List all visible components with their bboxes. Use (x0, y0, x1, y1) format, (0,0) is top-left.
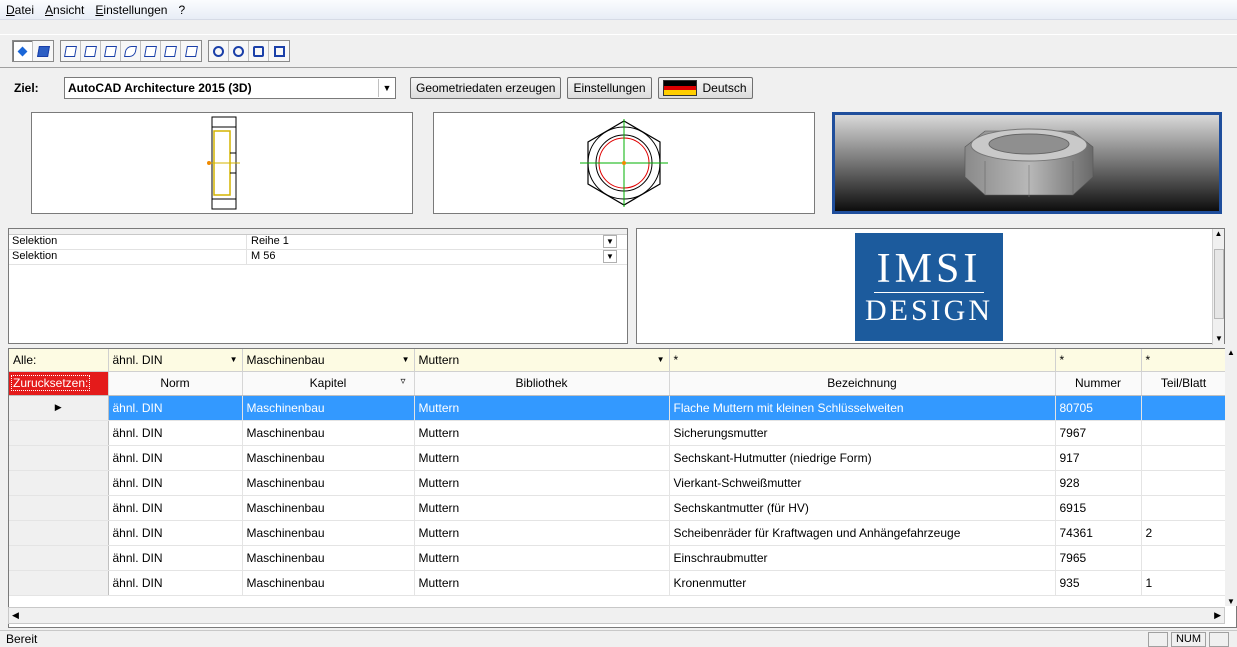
table-row[interactable]: ähnl. DIN Maschinenbau Muttern Vierkant-Sc… (9, 470, 1227, 496)
table-row[interactable]: ähnl. DIN Maschinenbau Muttern Einschraubm… (9, 545, 1227, 571)
filter-nummer[interactable]: * (1055, 349, 1142, 372)
zoom-group (208, 40, 290, 62)
column-header-norm[interactable]: Norm (108, 371, 243, 396)
view-group (60, 40, 202, 62)
parts-grid: Alle: ähnl. DIN ▼ Maschinenbau ▼ Muttern ▼ … (8, 348, 1237, 628)
grid-vertical-scrollbar[interactable]: ▲ ▼ (1225, 348, 1237, 606)
middle-panel: Selektion Reihe 1 ▼ Selektion M 56 ▼ IMSI … (0, 226, 1237, 346)
scroll-up-icon[interactable]: ▲ (1213, 229, 1224, 238)
view-left-icon[interactable] (101, 41, 121, 61)
property-grid: Selektion Reihe 1 ▼ Selektion M 56 ▼ (8, 228, 628, 344)
filter-bezeichnung[interactable]: * (669, 349, 1056, 372)
column-header-nummer[interactable]: Nummer (1055, 371, 1142, 396)
logo-panel: IMSI DESIGN ▲ ▼ (636, 228, 1225, 345)
filter-row: Alle: ähnl. DIN ▼ Maschinenbau ▼ Muttern ▼ … (9, 349, 1227, 372)
scroll-left-icon[interactable]: ◀ (12, 610, 19, 621)
side-view[interactable] (31, 112, 413, 214)
filter-norm[interactable]: ähnl. DIN ▼ (108, 349, 243, 372)
column-header-bibliothek[interactable]: Bibliothek (414, 371, 670, 396)
view-bottom-icon[interactable] (181, 41, 201, 61)
scroll-down-icon[interactable]: ▼ (1225, 597, 1237, 606)
table-row[interactable]: ähnl. DIN Maschinenbau Muttern Sechskant-H… (9, 445, 1227, 471)
column-header-kapitel[interactable]: Kapitel ▿ (242, 371, 415, 396)
side-view-drawing (207, 116, 240, 210)
grid-horizontal-scrollbar[interactable]: ◀ ▶ (8, 607, 1225, 624)
status-pane (1209, 632, 1229, 647)
menu-help[interactable]: ? (178, 3, 185, 17)
num-lock-indicator: NUM (1170, 632, 1206, 647)
column-header-bezeichnung[interactable]: Bezeichnung (669, 371, 1056, 396)
top-view[interactable] (433, 112, 815, 214)
status-text: Bereit (6, 632, 38, 646)
target-value: AutoCAD Architecture 2015 (3D) (68, 81, 252, 95)
menu-ansicht[interactable]: Ansicht (45, 3, 84, 17)
table-row[interactable]: ähnl. DIN Maschinenbau Muttern Sechskantmu… (9, 495, 1227, 521)
generate-geometry-button[interactable]: Geometriedaten erzeugen (410, 77, 562, 99)
view-top-icon[interactable] (81, 41, 101, 61)
status-bar: Bereit NUM (0, 630, 1237, 647)
logo-scrollbar[interactable]: ▲ ▼ (1212, 229, 1224, 345)
scroll-right-icon[interactable]: ▶ (1214, 610, 1221, 621)
parts-table: Alle: ähnl. DIN ▼ Maschinenbau ▼ Muttern ▼ … (9, 349, 1227, 596)
render-cube-icon[interactable] (33, 41, 53, 61)
table-row[interactable]: ähnl. DIN Maschinenbau Muttern Sicherungsm… (9, 420, 1227, 446)
column-header-teil[interactable]: Teil/Blatt (1141, 371, 1227, 396)
filter-label: Alle: (9, 349, 109, 372)
filter-bibliothek[interactable]: Muttern ▼ (414, 349, 670, 372)
chevron-down-icon[interactable]: ▼ (378, 79, 395, 97)
top-view-drawing (580, 119, 668, 207)
zoom-out-icon[interactable] (229, 41, 249, 61)
status-pane (1147, 632, 1168, 647)
settings-button[interactable]: Einstellungen (567, 77, 652, 99)
toolbar (12, 38, 296, 64)
table-row[interactable]: ähnl. DIN Maschinenbau Muttern Kronenmutte… (9, 570, 1227, 596)
chevron-down-icon: ▼ (401, 355, 410, 365)
scroll-thumb[interactable] (1214, 249, 1224, 319)
reset-button[interactable]: Zurucksetzen: (9, 371, 109, 396)
table-row[interactable]: ähnl. DIN Maschinenbau Muttern Scheibenräd… (9, 520, 1227, 546)
chevron-down-icon: ▼ (229, 355, 238, 365)
scroll-up-icon[interactable]: ▲ (1225, 348, 1237, 357)
filter-teil[interactable]: * (1141, 349, 1227, 372)
scroll-down-icon[interactable]: ▼ (1213, 334, 1225, 343)
language-label: Deutsch (702, 81, 747, 95)
zoom-window-icon[interactable] (249, 41, 269, 61)
mode-group (12, 40, 54, 62)
chevron-down-icon[interactable]: ▼ (603, 250, 617, 263)
view-iso-icon[interactable] (121, 41, 141, 61)
german-flag-icon (662, 80, 697, 96)
view-back-icon[interactable] (161, 41, 181, 61)
table-row[interactable]: ▶ ähnl. DIN Maschinenbau Muttern Flache Mu… (9, 395, 1227, 421)
target-row: Ziel: AutoCAD Architecture 2015 (3D) ▼ G… (0, 74, 1237, 102)
property-row[interactable]: Selektion Reihe 1 ▼ (9, 235, 627, 250)
header-row: Zurucksetzen: Norm Kapitel ▿ Bibliothek B… (9, 371, 1227, 396)
menu-datei[interactable]: Datei (6, 3, 34, 17)
preview-views (0, 106, 1237, 222)
view-right-icon[interactable] (141, 41, 161, 61)
language-button[interactable]: Deutsch (657, 77, 753, 99)
property-row[interactable]: Selektion M 56 ▼ (9, 250, 627, 265)
target-label: Ziel: (14, 81, 39, 95)
filter-kapitel[interactable]: Maschinenbau ▼ (242, 349, 415, 372)
view-front-icon[interactable] (61, 41, 81, 61)
imsi-design-logo: IMSI DESIGN (855, 233, 1003, 341)
row-indicator-icon: ▶ (9, 395, 109, 421)
3d-nut-render (964, 128, 1094, 197)
menu-bar: Datei Ansicht Einstellungen ? (0, 0, 1237, 20)
target-select[interactable]: AutoCAD Architecture 2015 (3D) ▼ (64, 77, 396, 99)
point-icon[interactable] (13, 41, 33, 61)
menu-einstellungen[interactable]: Einstellungen (95, 3, 167, 17)
zoom-all-icon[interactable] (269, 41, 289, 61)
sort-icon: ▿ (400, 376, 406, 387)
chevron-down-icon[interactable]: ▼ (603, 235, 617, 248)
chevron-down-icon: ▼ (656, 355, 665, 365)
zoom-in-icon[interactable] (209, 41, 229, 61)
3d-render-view[interactable] (832, 112, 1222, 214)
